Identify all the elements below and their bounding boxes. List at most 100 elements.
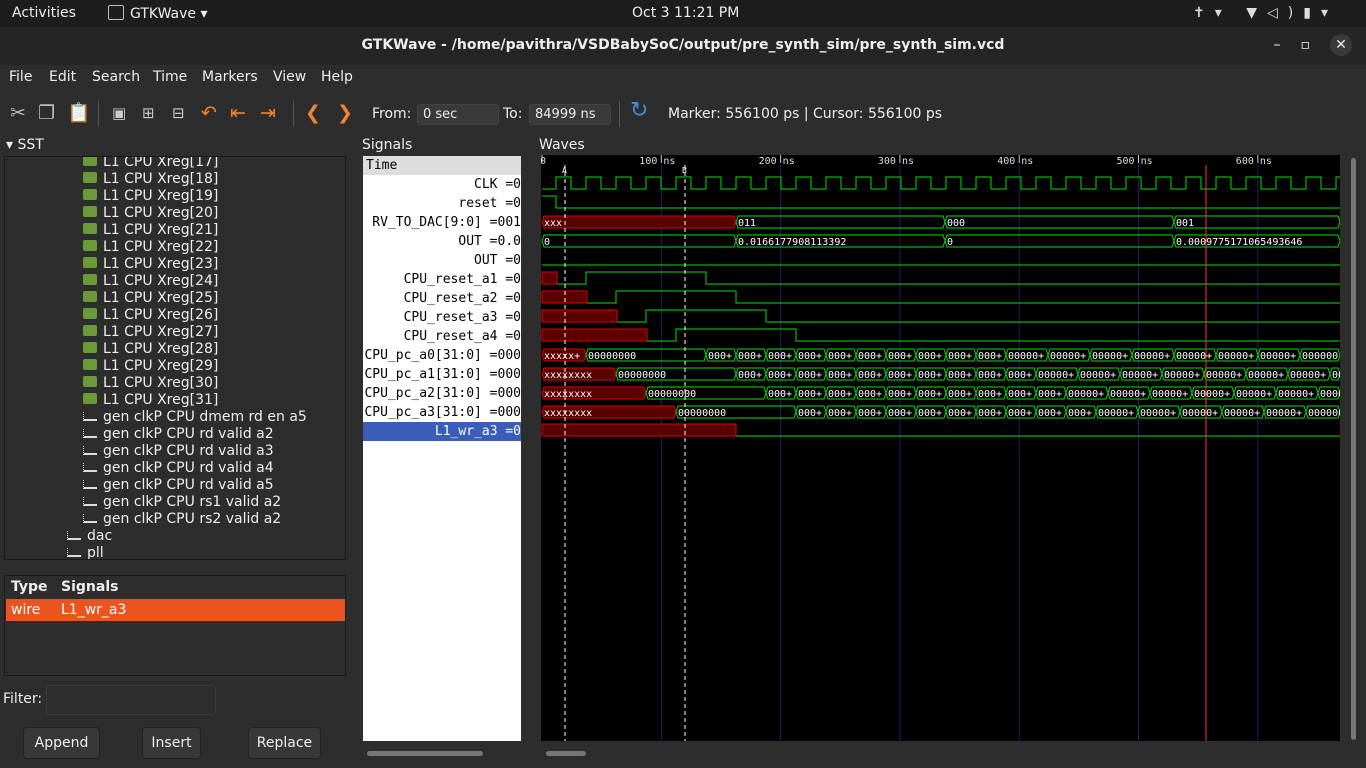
sst-tree-item[interactable]: L1 CPU Xreg[30] [83, 375, 218, 392]
module-icon [67, 548, 81, 557]
menu-edit[interactable]: Edit [49, 69, 76, 85]
menu-search[interactable]: Search [92, 69, 140, 85]
insert-button[interactable]: Insert [142, 727, 201, 759]
bus-value-label: 000+ [798, 370, 822, 381]
waves-vscrollbar[interactable] [1351, 158, 1356, 740]
signal-row[interactable]: CPU_pc_a3[31:0] =000 [363, 403, 521, 422]
sst-tree-item[interactable]: L1 CPU Xreg[26] [83, 307, 218, 324]
append-button[interactable]: Append [23, 727, 100, 759]
sst-module-pll[interactable]: pll [67, 545, 104, 559]
sst-tree-item[interactable]: L1 CPU Xreg[23] [83, 256, 218, 273]
signal-row[interactable]: CPU_reset_a2 =0 [363, 289, 521, 308]
signal-row[interactable]: CPU_pc_a0[31:0] =000 [363, 346, 521, 365]
sst-tree-item[interactable]: gen clkP CPU rd valid a5 [83, 477, 274, 494]
sst-module-dac[interactable]: dac [67, 528, 112, 545]
volume-icon[interactable]: ◁) [1267, 5, 1303, 21]
sst-tree-item-label: L1 CPU Xreg[29] [103, 358, 219, 374]
signals-hscrollbar[interactable] [367, 751, 483, 756]
cut-icon[interactable]: ✂ [10, 103, 26, 123]
sst-tree-item[interactable]: L1 CPU Xreg[17] [83, 157, 218, 171]
signal-row[interactable]: CLK =0 [363, 175, 521, 194]
sst-tree[interactable]: L1 CPU Xreg[17] L1 CPU Xreg[18] L1 CPU Xre… [4, 156, 346, 560]
signals-column-header[interactable]: Signals [61, 579, 118, 595]
signal-leaf-icon [83, 393, 97, 404]
zoom-fit-icon[interactable]: ▣ [112, 103, 126, 123]
bus-value-label: 000000 [1308, 408, 1340, 419]
maximize-icon[interactable]: ▫ [1301, 37, 1331, 53]
paste-icon[interactable]: 📋 [67, 103, 91, 123]
jump-start-icon[interactable]: ⇤ [230, 103, 246, 123]
next-icon[interactable]: ❯ [337, 103, 353, 123]
reload-icon[interactable]: ↻ [630, 100, 648, 122]
menu-time[interactable]: Time [153, 69, 187, 85]
sst-header[interactable]: ▾ SST [6, 137, 44, 153]
accessibility-icon[interactable]: ✝▾ [1193, 5, 1232, 21]
sst-tree-item[interactable]: gen clkP CPU dmem rd en a5 [83, 409, 307, 426]
activities-button[interactable]: Activities [12, 5, 76, 21]
sst-tree-item-label: gen clkP CPU rd valid a3 [103, 443, 274, 459]
minimize-icon[interactable]: – [1274, 37, 1301, 53]
zoom-out-icon[interactable]: ⊟ [172, 103, 185, 123]
sst-tree-item-label: L1 CPU Xreg[20] [103, 205, 219, 221]
system-tray[interactable]: ✝▾ ▼◁)▮▾ [1193, 5, 1338, 21]
signals-pane[interactable]: Time CLK =0 reset =0 RV_TO_DAC[9:0] =001 OU… [363, 156, 521, 741]
sst-tree-item[interactable]: L1 CPU Xreg[31] [83, 392, 218, 409]
sst-tree-item[interactable]: L1 CPU Xreg[19] [83, 188, 218, 205]
signal-row[interactable]: reset =0 [363, 194, 521, 213]
bus-value-label: 000+ [978, 389, 1002, 400]
signal-row[interactable]: CPU_reset_a3 =0 [363, 308, 521, 327]
sst-tree-item[interactable]: L1 CPU Xreg[28] [83, 341, 218, 358]
sst-tree-item[interactable]: gen clkP CPU rs1 valid a2 [83, 494, 281, 511]
sst-tree-item[interactable]: L1 CPU Xreg[22] [83, 239, 218, 256]
sst-tree-item[interactable]: gen clkP CPU rd valid a4 [83, 460, 274, 477]
signal-type-list[interactable]: Type Signals wire L1_wr_a3 [4, 575, 346, 676]
sst-tree-item[interactable]: L1 CPU Xreg[24] [83, 273, 218, 290]
replace-button[interactable]: Replace [248, 727, 321, 759]
time-tick-label: 300 ns [878, 156, 914, 167]
menu-view[interactable]: View [273, 69, 306, 85]
bus-value-label: 00000+ [1050, 351, 1086, 362]
sst-tree-item[interactable]: gen clkP CPU rs2 valid a2 [83, 511, 281, 528]
sst-tree-item[interactable]: L1 CPU Xreg[27] [83, 324, 218, 341]
close-icon[interactable]: ✕ [1330, 34, 1352, 56]
signal-row[interactable]: CPU_reset_a1 =0 [363, 270, 521, 289]
type-list-row[interactable]: wire L1_wr_a3 [6, 599, 345, 621]
menu-markers[interactable]: Markers [202, 69, 258, 85]
signal-leaf-icon [83, 376, 97, 387]
network-icon[interactable]: ▼ [1246, 5, 1267, 21]
menu-help[interactable]: Help [321, 69, 353, 85]
signal-row[interactable]: RV_TO_DAC[9:0] =001 [363, 213, 521, 232]
waves-hscrollbar[interactable] [546, 751, 586, 756]
filter-input[interactable] [46, 685, 216, 715]
sst-tree-item[interactable]: gen clkP CPU rd valid a2 [83, 426, 274, 443]
type-column-header[interactable]: Type [11, 579, 48, 595]
sst-tree-item[interactable]: L1 CPU Xreg[20] [83, 205, 218, 222]
bus-value-label: 00000+ [1110, 389, 1146, 400]
to-input[interactable]: 84999 ns [529, 104, 611, 125]
from-input[interactable]: 0 sec [417, 104, 499, 125]
sst-tree-item[interactable]: gen clkP CPU rd valid a3 [83, 443, 274, 460]
menu-file[interactable]: File [9, 69, 32, 85]
signal-row[interactable]: L1_wr_a3 =0 [363, 422, 521, 441]
app-menu[interactable]: GTKWave ▾ [108, 5, 208, 22]
sst-tree-item[interactable]: L1 CPU Xreg[21] [83, 222, 218, 239]
waves-pane[interactable]: 0 100 ns 200 ns 300 ns 400 ns 500 ns 600 ns xxx… [541, 155, 1340, 741]
waveform-canvas[interactable]: 0 100 ns 200 ns 300 ns 400 ns 500 ns 600 ns xxx… [541, 155, 1340, 741]
copy-icon[interactable]: ❐ [38, 103, 55, 123]
signal-row[interactable]: CPU_reset_a4 =0 [363, 327, 521, 346]
zoom-in-icon[interactable]: ⊞ [142, 103, 155, 123]
prev-icon[interactable]: ❮ [305, 103, 321, 123]
sst-tree-item[interactable]: L1 CPU Xreg[29] [83, 358, 218, 375]
battery-icon[interactable]: ▮▾ [1303, 5, 1338, 21]
sst-tree-item[interactable]: L1 CPU Xreg[18] [83, 171, 218, 188]
sst-tree-item[interactable]: L1 CPU Xreg[25] [83, 290, 218, 307]
undo-icon[interactable]: ↶ [201, 103, 217, 123]
sst-tree-item-label: gen clkP CPU dmem rd en a5 [103, 409, 307, 425]
marker-a-label: A [562, 166, 567, 175]
clock[interactable]: Oct 3 11:21 PM [632, 5, 739, 21]
signal-row[interactable]: CPU_pc_a2[31:0] =000 [363, 384, 521, 403]
signal-row[interactable]: OUT =0.0 [363, 232, 521, 251]
signal-row[interactable]: CPU_pc_a1[31:0] =000 [363, 365, 521, 384]
signal-row[interactable]: OUT =0 [363, 251, 521, 270]
jump-end-icon[interactable]: ⇥ [260, 103, 276, 123]
